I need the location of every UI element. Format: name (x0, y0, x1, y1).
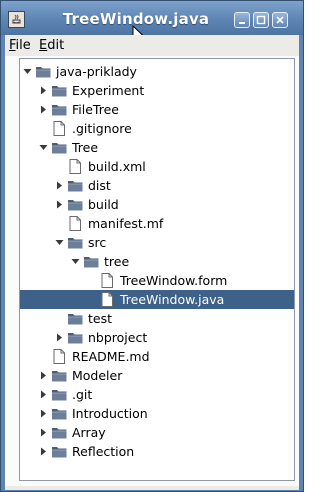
folder-icon (84, 257, 99, 268)
tree-item-label: TreeWindow.form (120, 273, 228, 288)
tree-item-label: Array (72, 425, 106, 440)
maximize-icon (256, 15, 266, 25)
tree-item-label: src (88, 235, 107, 250)
folder-icon (68, 181, 83, 192)
tree-file-row[interactable]: README.md (20, 347, 294, 366)
folder-icon (52, 428, 67, 439)
maximize-button[interactable] (253, 12, 269, 28)
chevron-down-icon[interactable] (39, 143, 48, 152)
file-icon (69, 216, 81, 231)
menu-bar: File Edit (5, 35, 299, 56)
tree-scroll-area: java-priklady Experiment FileTree .gitignor… (5, 56, 299, 486)
folder-icon (68, 238, 83, 249)
tree-folder-row[interactable]: FileTree (20, 100, 294, 119)
tree-item-label: Reflection (72, 444, 135, 459)
tree-folder-row[interactable]: tree (20, 252, 294, 271)
tree-folder-row[interactable]: dist (20, 176, 294, 195)
chevron-right-icon[interactable] (39, 428, 48, 437)
tree-folder-row[interactable]: Experiment (20, 81, 294, 100)
chevron-down-icon[interactable] (71, 257, 80, 266)
file-icon (69, 159, 81, 174)
tree-item-label: Modeler (72, 368, 123, 383)
window-bottom-border (5, 486, 299, 490)
tree-item-label: Tree (72, 140, 99, 155)
menu-edit-label: Edit (39, 38, 65, 53)
folder-icon (68, 333, 83, 344)
tree-item-label: java-priklady (56, 64, 137, 79)
tree-item-label: test (88, 311, 113, 326)
close-button[interactable] (272, 12, 288, 28)
tree-item-label: TreeWindow.java (120, 292, 225, 307)
tree-file-row[interactable]: TreeWindow.form (20, 271, 294, 290)
minimize-icon (239, 22, 245, 24)
tree-item-label: README.md (72, 349, 150, 364)
tree-folder-row[interactable]: Array (20, 423, 294, 442)
tree-item-label: build (88, 197, 119, 212)
tree-file-row[interactable]: .gitignore (20, 119, 294, 138)
tree-file-row[interactable]: build.xml (20, 157, 294, 176)
file-tree[interactable]: java-priklady Experiment FileTree .gitignor… (19, 58, 295, 481)
tree-file-row[interactable]: manifest.mf (20, 214, 294, 233)
chevron-right-icon[interactable] (39, 86, 48, 95)
chevron-right-icon[interactable] (55, 181, 64, 190)
chevron-down-icon[interactable] (55, 238, 64, 247)
chevron-right-icon[interactable] (55, 333, 64, 342)
tree-item-label: nbproject (88, 330, 148, 345)
menu-edit[interactable]: Edit (39, 38, 64, 53)
folder-icon (52, 371, 67, 382)
tree-folder-row[interactable]: .git (20, 385, 294, 404)
application-window: TreeWindow.java File Edit java-priklady E… (0, 0, 304, 492)
file-icon (53, 121, 65, 136)
tree-item-label: build.xml (88, 159, 146, 174)
file-icon (101, 292, 113, 307)
file-icon (53, 349, 65, 364)
tree-file-row[interactable]: TreeWindow.java (20, 290, 294, 309)
folder-icon (52, 86, 67, 97)
tree-folder-row[interactable]: Modeler (20, 366, 294, 385)
tree-item-label: FileTree (72, 102, 119, 117)
folder-icon (68, 314, 83, 325)
tree-folder-row[interactable]: src (20, 233, 294, 252)
tree-folder-row[interactable]: test (20, 309, 294, 328)
title-bar[interactable]: TreeWindow.java (1, 1, 303, 35)
menu-file-label: File (9, 38, 31, 53)
tree-item-label: manifest.mf (88, 216, 164, 231)
close-icon (276, 16, 284, 24)
folder-icon (52, 390, 67, 401)
folder-icon (52, 409, 67, 420)
file-icon (101, 273, 113, 288)
chevron-right-icon[interactable] (39, 371, 48, 380)
chevron-right-icon[interactable] (55, 200, 64, 209)
tree-item-label: .git (72, 387, 93, 402)
tree-item-label: dist (88, 178, 111, 193)
tree-folder-row[interactable]: java-priklady (20, 62, 294, 81)
folder-icon (36, 67, 51, 78)
tree-folder-row[interactable]: Reflection (20, 442, 294, 461)
folder-icon (52, 143, 67, 154)
folder-icon (52, 447, 67, 458)
tree-folder-row[interactable]: Tree (20, 138, 294, 157)
tree-item-label: .gitignore (72, 121, 132, 136)
chevron-right-icon[interactable] (39, 390, 48, 399)
folder-icon (68, 200, 83, 211)
folder-icon (52, 105, 67, 116)
menu-file[interactable]: File (9, 38, 31, 53)
tree-folder-row[interactable]: nbproject (20, 328, 294, 347)
tree-item-label: Experiment (72, 83, 145, 98)
tree-item-label: tree (104, 254, 130, 269)
minimize-button[interactable] (234, 12, 250, 28)
chevron-right-icon[interactable] (39, 105, 48, 114)
tree-folder-row[interactable]: build (20, 195, 294, 214)
chevron-right-icon[interactable] (39, 447, 48, 456)
tree-item-label: Introduction (72, 406, 148, 421)
chevron-right-icon[interactable] (39, 409, 48, 418)
tree-folder-row[interactable]: Introduction (20, 404, 294, 423)
chevron-down-icon[interactable] (23, 67, 32, 76)
